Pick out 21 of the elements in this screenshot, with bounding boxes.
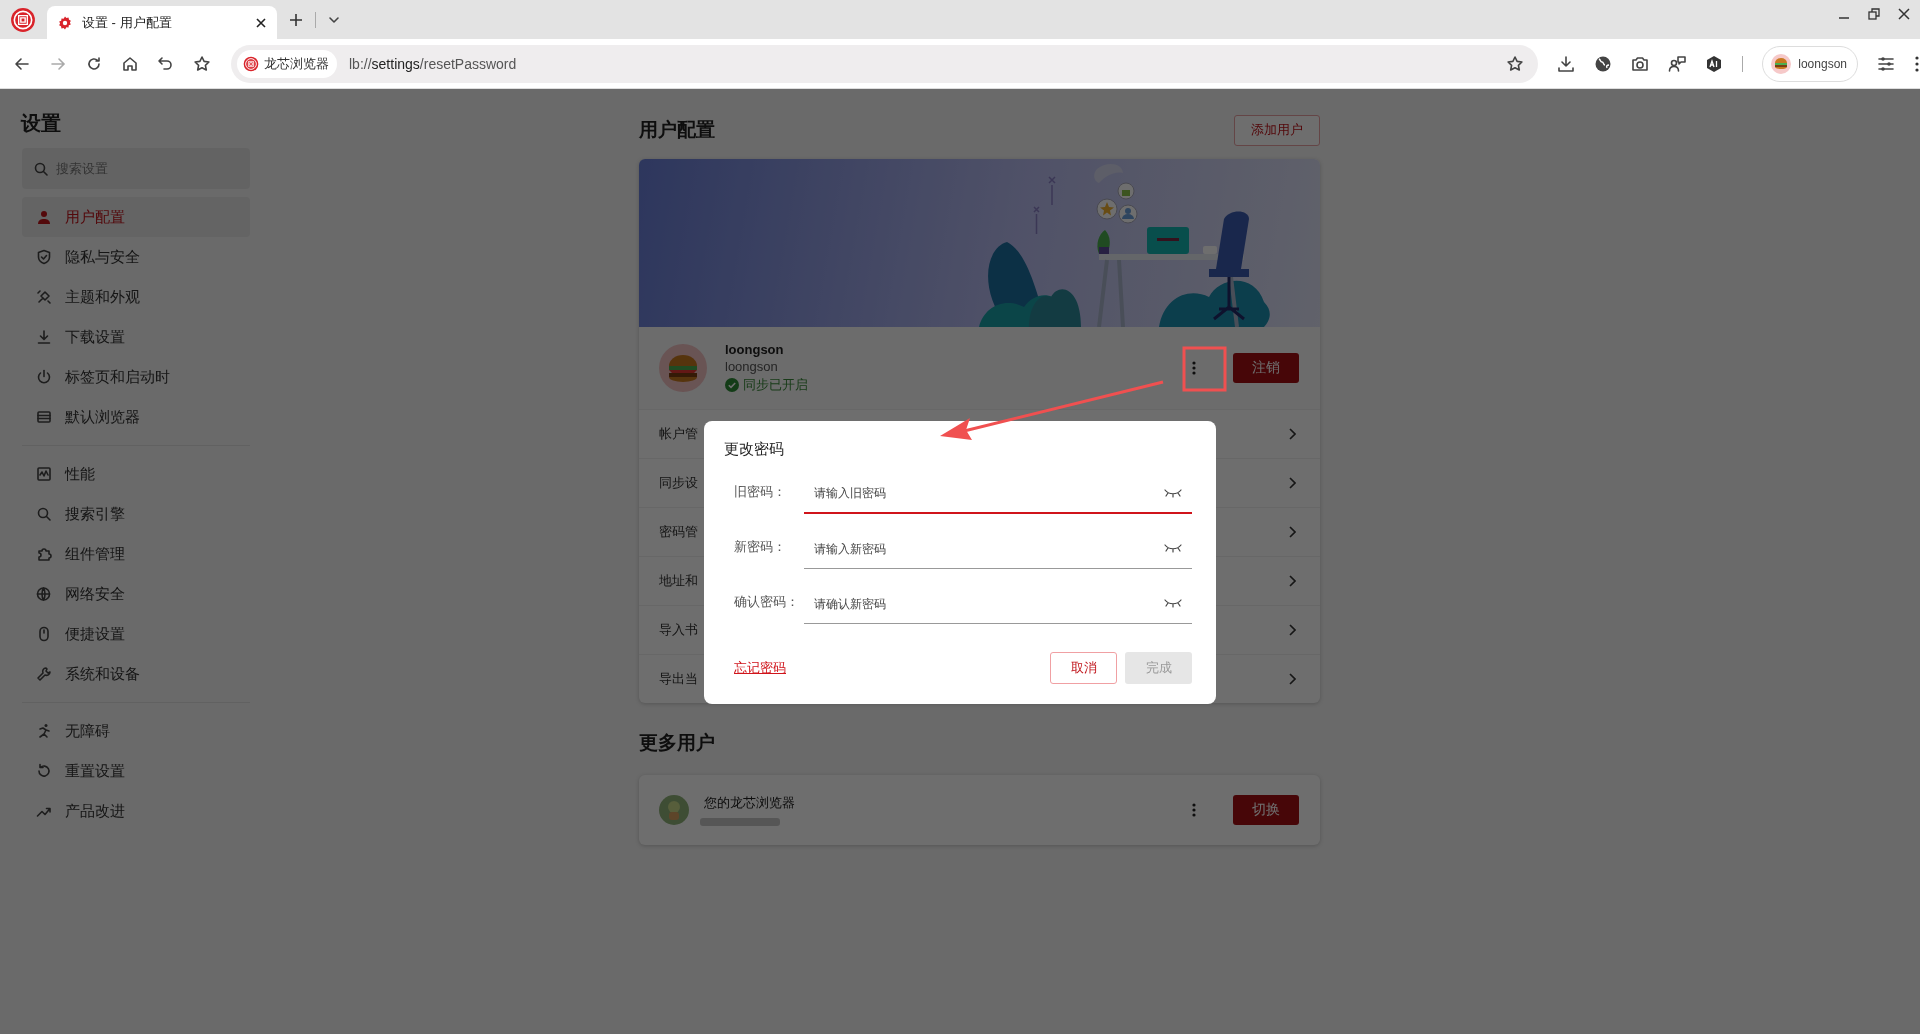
sync-status: 同步已开启 xyxy=(743,376,808,394)
url-text: lb://settings/resetPassword xyxy=(349,55,518,72)
field-label: 确认密码： xyxy=(733,593,800,611)
settings-row-label: 导出当 xyxy=(659,670,698,688)
profile-name: loongson xyxy=(1798,56,1847,71)
dialog-title: 更改密码 xyxy=(724,439,785,459)
sidebar-title: 设置 xyxy=(21,111,62,136)
settings-row-label: 导入书 xyxy=(659,621,698,639)
user-name: 您的龙芯浏览器 xyxy=(704,794,796,812)
settings-row-label: 密码管 xyxy=(659,523,698,541)
site-badge-label: 龙芯浏览器 xyxy=(264,54,329,73)
tab-title: 设置 - 用户配置 xyxy=(82,13,173,32)
field-label: 旧密码： xyxy=(733,483,787,501)
profile-account: loongson xyxy=(725,359,779,374)
settings-row-label: 同步设 xyxy=(659,474,698,492)
field-label: 新密码： xyxy=(733,538,787,556)
profile-display-name: loongson xyxy=(725,342,785,357)
settings-row-label: 帐户管 xyxy=(659,425,698,443)
section-title: 用户配置 xyxy=(639,118,715,142)
section-title: 更多用户 xyxy=(639,731,715,755)
settings-row-label: 地址和 xyxy=(659,572,698,590)
